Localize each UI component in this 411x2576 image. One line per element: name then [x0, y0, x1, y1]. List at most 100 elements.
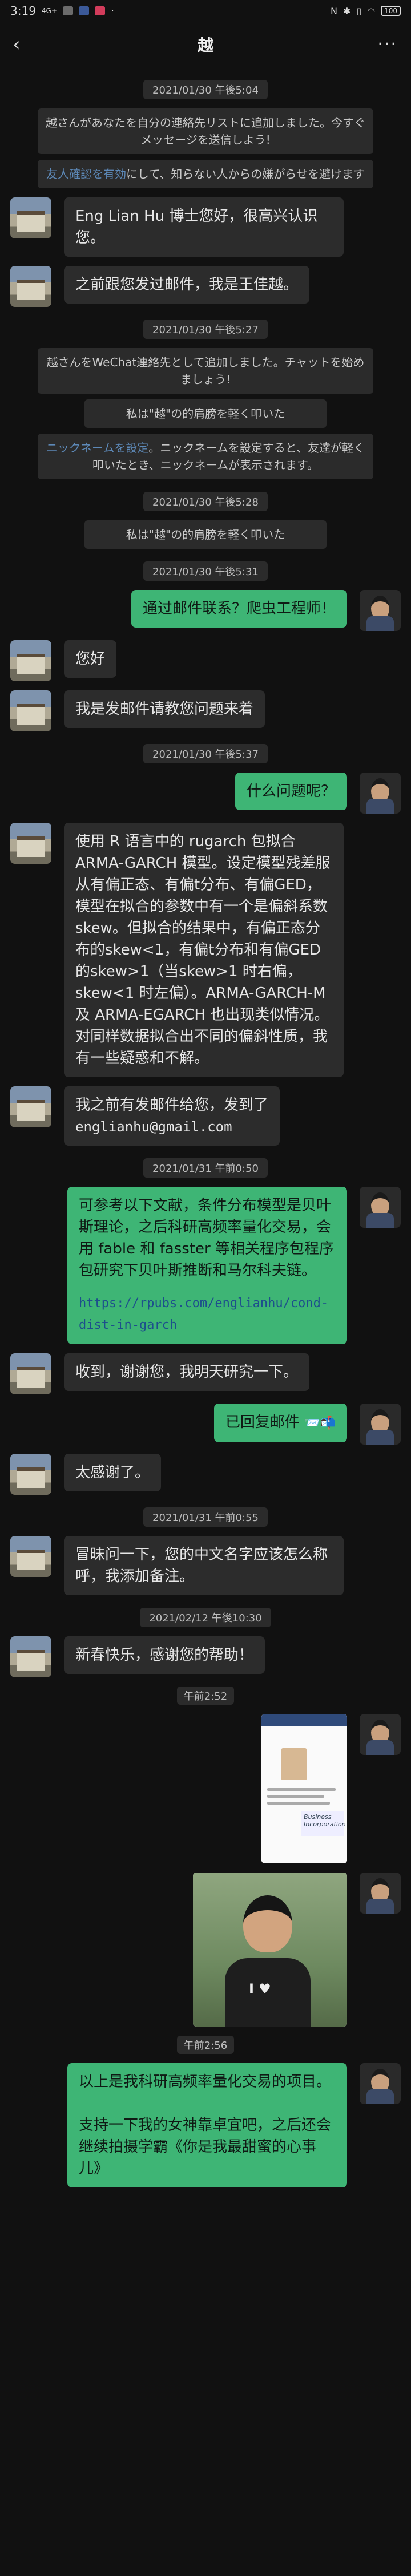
message-row: 冒昧问一下，您的中文名字应该怎么称呼，我添加备注。 — [10, 1536, 401, 1595]
message-row: 通过邮件联系？爬虫工程师！ — [10, 590, 401, 631]
url-link[interactable]: https://rpubs.com/englianhu/cond-dist-in… — [79, 1293, 336, 1336]
thumbnail-line — [267, 1795, 324, 1798]
thumbnail-banner: Business Incorporation — [301, 1811, 346, 1836]
timestamp: 2021/01/30 午後5:27 — [143, 320, 268, 339]
more-options-icon[interactable]: ··· — [377, 34, 397, 54]
shirt-heart-icon: I ♥ — [249, 1981, 271, 1997]
image-message[interactable]: I ♥ — [193, 1873, 347, 2027]
avatar[interactable] — [10, 1353, 51, 1394]
avatar[interactable] — [10, 197, 51, 238]
nfc-icon: N — [330, 5, 337, 17]
message-bubble[interactable]: 使用 R 语言中的 rugarch 包拟合 ARMA-GARCH 模型。设定模型… — [64, 823, 344, 1077]
avatar[interactable] — [360, 1404, 401, 1445]
message-row: 什么问题呢？ — [10, 773, 401, 814]
message-row: 我之前有发邮件给您，发到了 englianhu@gmail.com — [10, 1086, 401, 1146]
timestamp: 2021/02/12 午後10:30 — [140, 1608, 271, 1627]
timestamp: 2021/01/31 午前0:55 — [143, 1507, 268, 1527]
message-bubble[interactable]: 已回复邮件 📨📬 — [213, 1404, 347, 1442]
photo-head — [243, 1895, 292, 1952]
message-bubble[interactable]: 我是发邮件请教您问题来着 — [64, 690, 265, 728]
screenshot-thumbnail: Business Incorporation — [261, 1714, 347, 1863]
chat-title: 越 — [197, 36, 213, 55]
wifi-icon: ◠ — [367, 5, 376, 17]
avatar[interactable] — [360, 2063, 401, 2104]
avatar[interactable] — [360, 1873, 401, 1914]
vibrate-icon: ▯ — [356, 5, 362, 17]
message-bubble[interactable]: 我之前有发邮件给您，发到了 englianhu@gmail.com — [64, 1086, 280, 1146]
avatar[interactable] — [10, 1536, 51, 1577]
system-message: 私は"越"の的肩膀を軽く叩いた — [84, 520, 327, 549]
back-arrow-icon[interactable]: ‹ — [13, 34, 33, 55]
system-text: にして、知らない人からの嫌がらせを避けます — [126, 167, 365, 181]
avatar[interactable] — [360, 590, 401, 631]
message-row: 您好 — [10, 640, 401, 681]
avatar[interactable] — [10, 690, 51, 731]
message-text: 支持一下我的女神靠卓宜吧，之后还会继续拍摄学霸《你是我最甜蜜的心事儿》 — [79, 2117, 332, 2177]
set-nickname-link[interactable]: ニックネームを設定 — [46, 441, 148, 455]
message-row: 已回复邮件 📨📬 — [10, 1404, 401, 1445]
avatar[interactable] — [10, 823, 51, 864]
timestamp: 午前2:56 — [176, 2036, 235, 2054]
app-icon-notify — [62, 6, 73, 15]
message-bubble[interactable]: 您好 — [64, 640, 117, 678]
battery-icon: 100 — [381, 6, 401, 16]
avatar[interactable] — [10, 1636, 51, 1677]
system-message: 友人確認を有効にして、知らない人からの嫌がらせを避けます — [38, 160, 373, 188]
system-message: 私は"越"の的肩膀を軽く叩いた — [84, 399, 327, 428]
avatar[interactable] — [10, 640, 51, 681]
timestamp: 2021/01/30 午後5:37 — [143, 744, 268, 763]
message-bubble[interactable]: Eng Lian Hu 博士您好，很高兴认识您。 — [64, 197, 344, 257]
avatar[interactable] — [10, 1454, 51, 1495]
message-bubble[interactable]: 收到，谢谢您，我明天研究一下。 — [64, 1353, 310, 1391]
message-row: 我是发邮件请教您问题来着 — [10, 690, 401, 731]
enable-verification-link[interactable]: 友人確認を有効 — [46, 167, 126, 181]
bluetooth-icon: ✱ — [342, 5, 351, 17]
message-row: 之前跟您发过邮件，我是王佳越。 — [10, 266, 401, 307]
message-bubble[interactable]: 可参考以下文献，条件分布模型是贝叶斯理论，之后科研高频率量化交易，会用 fabl… — [67, 1187, 347, 1344]
message-bubble[interactable]: 新春快乐，感谢您的帮助！ — [64, 1636, 265, 1674]
message-text: 已回复邮件 — [225, 1414, 300, 1431]
status-bar: 3:19 4G+ · N ✱ ▯ ◠ 100 — [0, 0, 411, 22]
app-icon-red — [94, 6, 105, 15]
facebook-icon — [78, 6, 89, 15]
system-message: ニックネームを設定。ニックネームを設定すると、友達が軽く叩いたとき、ニックネーム… — [38, 434, 373, 479]
message-text: 我之前有发邮件给您，发到了 — [75, 1097, 269, 1114]
image-message[interactable]: Business Incorporation — [261, 1714, 347, 1863]
message-bubble[interactable]: 冒昧问一下，您的中文名字应该怎么称呼，我添加备注。 — [64, 1536, 344, 1595]
message-row: 收到，谢谢您，我明天研究一下。 — [10, 1353, 401, 1394]
timestamp: 2021/01/30 午後5:28 — [143, 492, 268, 511]
email-link[interactable]: englianhu@gmail.com — [75, 1119, 232, 1135]
timestamp: 2021/01/31 午前0:50 — [143, 1158, 268, 1178]
message-row: Eng Lian Hu 博士您好，很高兴认识您。 — [10, 197, 401, 257]
message-row: Business Incorporation — [10, 1714, 401, 1863]
avatar[interactable] — [360, 773, 401, 814]
message-list[interactable]: 2021/01/30 午後5:04 越さんがあなたを自分の連絡先リストに追加しま… — [0, 80, 411, 2187]
signal-indicator: 4G+ — [41, 7, 57, 15]
system-message: 越さんをWeChat連絡先として追加しました。チャットを始めましょう! — [38, 348, 373, 394]
more-notifications-icon: · — [110, 4, 115, 18]
avatar[interactable] — [360, 1187, 401, 1228]
message-bubble[interactable]: 通过邮件联系？爬虫工程师！ — [131, 590, 347, 628]
thumbnail-line — [267, 1802, 330, 1805]
message-row: 以上是我科研高频率量化交易的项目。 支持一下我的女神靠卓宜吧，之后还会继续拍摄学… — [10, 2063, 401, 2187]
timestamp: 午前2:52 — [176, 1687, 235, 1705]
avatar[interactable] — [360, 1714, 401, 1755]
message-bubble[interactable]: 之前跟您发过邮件，我是王佳越。 — [64, 266, 310, 304]
message-row: 太感谢了。 — [10, 1454, 401, 1495]
avatar[interactable] — [10, 1086, 51, 1127]
message-bubble[interactable]: 什么问题呢？ — [235, 773, 347, 810]
message-row: 可参考以下文献，条件分布模型是贝叶斯理论，之后科研高频率量化交易，会用 fabl… — [10, 1187, 401, 1344]
message-row: I ♥ — [10, 1873, 401, 2027]
message-text: 可参考以下文献，条件分布模型是贝叶斯理论，之后科研高频率量化交易，会用 fabl… — [79, 1197, 334, 1279]
message-bubble[interactable]: 太感谢了。 — [64, 1454, 162, 1491]
thumbnail-header — [261, 1714, 347, 1726]
timestamp: 2021/01/30 午後5:04 — [143, 80, 268, 99]
avatar[interactable] — [10, 266, 51, 307]
timestamp: 2021/01/30 午後5:31 — [143, 561, 268, 581]
thumbnail-photo — [281, 1748, 307, 1780]
message-text: 以上是我科研高频率量化交易的项目。 — [79, 2073, 332, 2090]
thumbnail-line — [267, 1788, 336, 1791]
message-bubble[interactable]: 以上是我科研高频率量化交易的项目。 支持一下我的女神靠卓宜吧，之后还会继续拍摄学… — [67, 2063, 347, 2187]
mail-emoji-icon: 📨📬 — [304, 1416, 336, 1430]
message-row: 新春快乐，感谢您的帮助！ — [10, 1636, 401, 1677]
